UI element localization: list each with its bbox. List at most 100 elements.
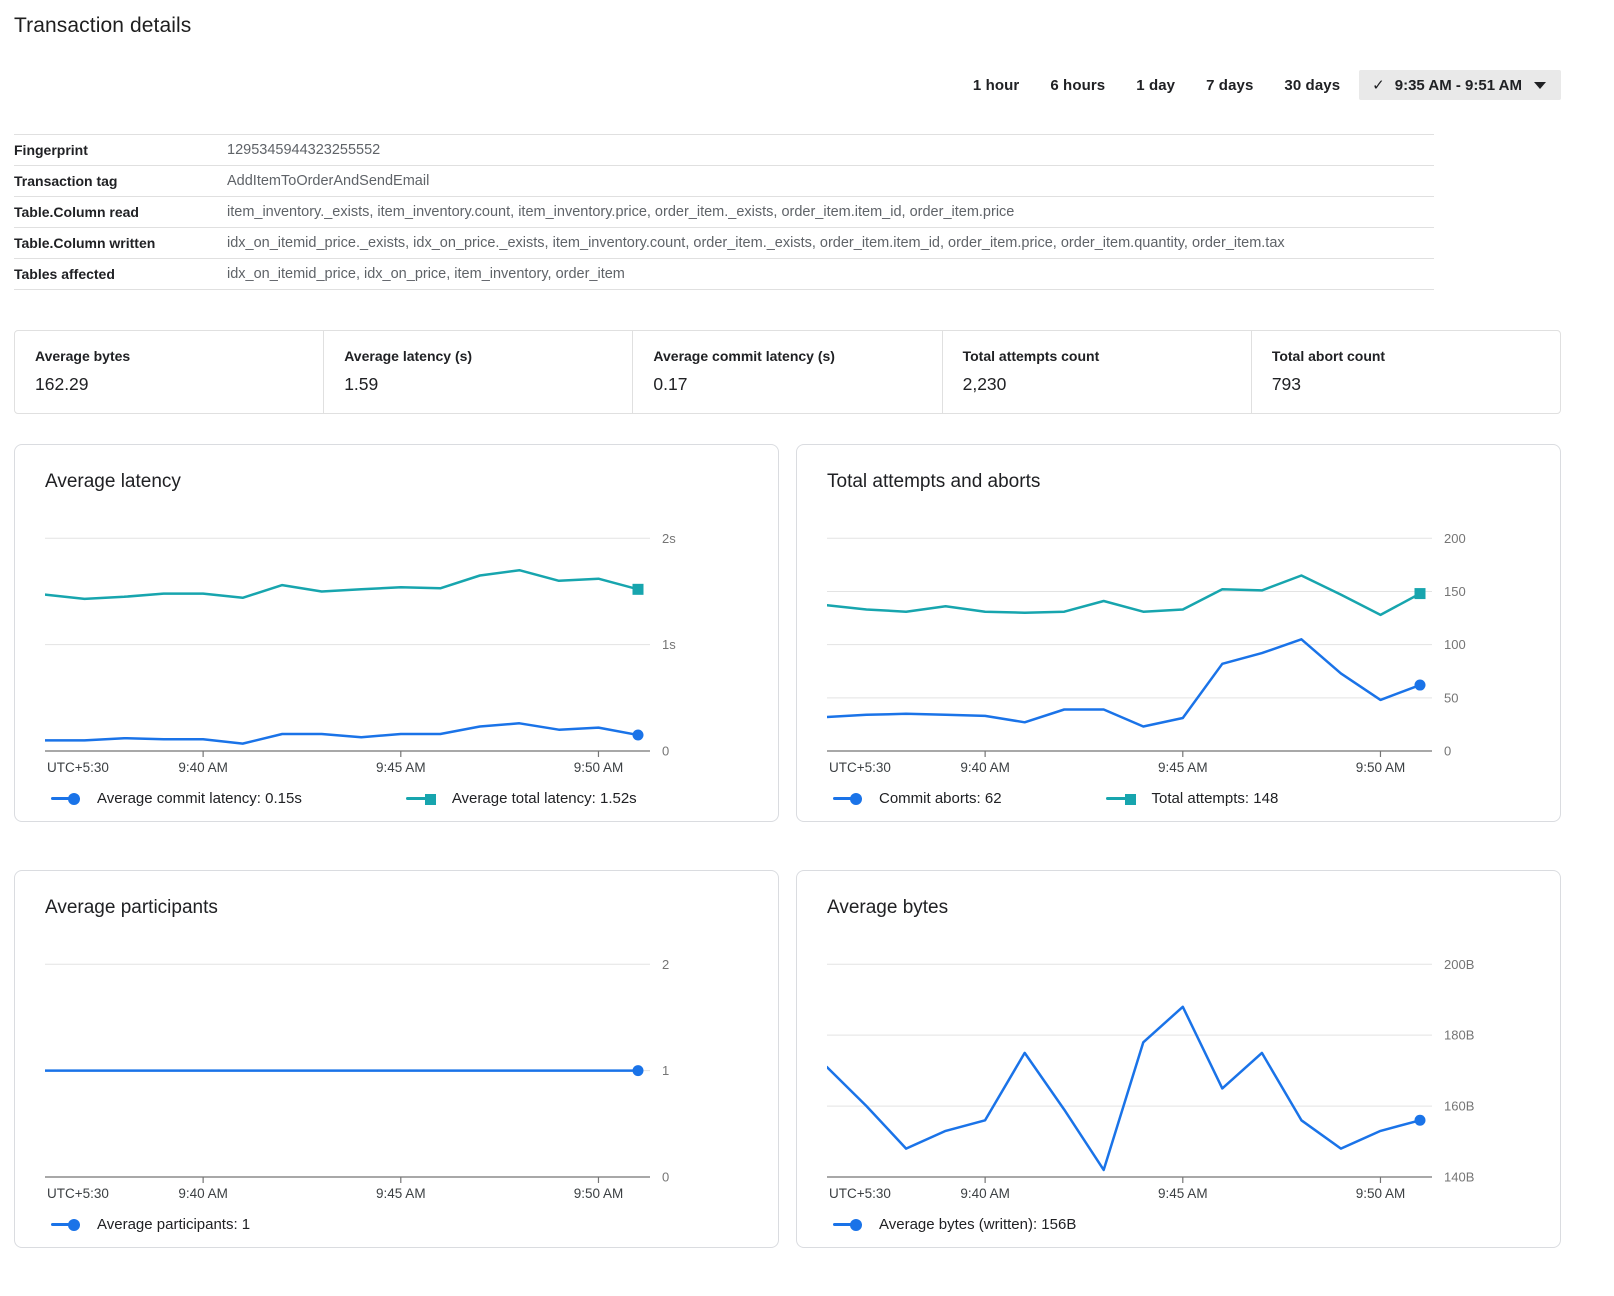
legend-item-average-participants[interactable]: Average participants: 1	[51, 1216, 250, 1233]
stat-value: 793	[1272, 374, 1560, 395]
chart-card-average-participants: Average participants210UTC+5:309:40 AM9:…	[14, 870, 779, 1248]
page-title: Transaction details	[14, 14, 1561, 38]
series-endpoint-marker-average-bytes-written	[1415, 1115, 1426, 1126]
y-axis-tick-label: 0	[662, 1170, 669, 1185]
series-endpoint-marker-average-commit-latency	[633, 730, 644, 741]
legend-label: Average total latency: 1.52s	[452, 790, 637, 807]
x-axis-tick-label: 9:40 AM	[178, 1186, 228, 1201]
time-range-option-1-day[interactable]: 1 day	[1125, 72, 1186, 99]
chart-plot-total-attempts-and-aborts: 200150100500UTC+5:309:40 AM9:45 AM9:50 A…	[827, 517, 1488, 780]
series-line-average-total-latency	[45, 570, 638, 599]
chart-plot-average-participants: 210UTC+5:309:40 AM9:45 AM9:50 AM	[45, 943, 706, 1206]
stat-total-attempts-count: Total attempts count 2,230	[942, 331, 1251, 413]
timezone-label: UTC+5:30	[829, 1186, 891, 1201]
chart-title: Average participants	[45, 897, 750, 919]
y-axis-tick-label: 2	[662, 957, 669, 972]
time-range-bar: 1 hour 6 hours 1 day 7 days 30 days ✓ 9:35 A…	[14, 70, 1561, 100]
time-range-option-6-hours[interactable]: 6 hours	[1039, 72, 1116, 99]
stat-average-bytes: Average bytes 162.29	[15, 331, 323, 413]
time-range-option-30-days[interactable]: 30 days	[1273, 72, 1351, 99]
property-value: idx_on_itemid_price._exists, idx_on_pric…	[227, 235, 1434, 251]
legend-item-commit-aborts[interactable]: Commit aborts: 62	[833, 790, 1002, 807]
y-axis-tick-label: 200	[1444, 531, 1466, 546]
series-endpoint-marker-total-attempts	[1415, 588, 1426, 599]
charts-grid: Average latency 2s 1s 0 UTC+5:30 9:40 AM 9:45 …	[14, 444, 1561, 1248]
property-row-tables-affected: Tables affectedidx_on_itemid_price, idx_…	[14, 259, 1434, 290]
x-axis-tick-label: 9:50 AM	[574, 1186, 624, 1201]
stat-label: Average bytes	[35, 348, 323, 364]
summary-stats-card: Average bytes 162.29 Average latency (s) 1.…	[14, 330, 1561, 414]
x-axis-tick-label: 9:45 AM	[376, 1186, 426, 1201]
chart-legend: Average bytes (written): 156B	[833, 1216, 1532, 1233]
y-axis-tick-label: 0	[662, 744, 669, 759]
transaction-details-page: Transaction details 1 hour 6 hours 1 day 7 …	[14, 14, 1561, 1248]
check-icon: ✓	[1372, 76, 1385, 94]
legend-label: Commit aborts: 62	[879, 790, 1002, 807]
legend-circle-marker-icon	[833, 1218, 865, 1232]
y-axis-tick-label: 100	[1444, 637, 1466, 652]
y-axis-tick-label: 180B	[1444, 1028, 1474, 1043]
x-axis-tick-label: 9:50 AM	[574, 760, 624, 775]
transaction-properties-table: Fingerprint1295345944323255552Transactio…	[14, 134, 1434, 290]
property-value: 1295345944323255552	[227, 142, 1434, 158]
y-axis-tick-label: 0	[1444, 744, 1451, 759]
legend-label: Average participants: 1	[97, 1216, 250, 1233]
time-range-options: 1 hour 6 hours 1 day 7 days 30 days	[962, 72, 1351, 99]
series-endpoint-marker-average-total-latency	[633, 584, 644, 595]
series-line-average-bytes-written	[827, 1007, 1420, 1170]
property-row-table-column-read: Table.Column readitem_inventory._exists,…	[14, 197, 1434, 228]
y-axis-tick-label: 1	[662, 1063, 669, 1078]
legend-circle-marker-icon	[51, 792, 83, 806]
stat-label: Average commit latency (s)	[653, 348, 941, 364]
chart-card-total-attempts-and-aborts: Total attempts and aborts200150100500UTC…	[796, 444, 1561, 822]
stat-average-latency-s: Average latency (s) 1.59	[323, 331, 632, 413]
x-axis-tick-label: 9:45 AM	[1158, 760, 1208, 775]
property-label: Table.Column written	[14, 235, 227, 251]
x-axis-tick-label: 9:40 AM	[178, 760, 228, 775]
stat-value: 1.59	[344, 374, 632, 395]
stat-value: 2,230	[963, 374, 1251, 395]
y-axis-tick-label: 140B	[1444, 1170, 1474, 1185]
legend-label: Average commit latency: 0.15s	[97, 790, 302, 807]
legend-item-total-attempts[interactable]: Total attempts: 148	[1106, 790, 1279, 807]
stat-value: 0.17	[653, 374, 941, 395]
y-axis-tick-label: 50	[1444, 690, 1458, 705]
x-axis-tick-label: 9:45 AM	[376, 760, 426, 775]
legend-square-marker-icon	[1106, 792, 1138, 806]
time-range-selected-dropdown[interactable]: ✓ 9:35 AM - 9:51 AM	[1359, 70, 1561, 100]
stat-average-commit-latency-s: Average commit latency (s) 0.17	[632, 331, 941, 413]
legend-item-average-commit-latency[interactable]: Average commit latency: 0.15s	[51, 790, 302, 807]
x-axis-tick-label: 9:50 AM	[1356, 1186, 1406, 1201]
time-range-option-7-days[interactable]: 7 days	[1195, 72, 1264, 99]
y-axis-tick-label: 1s	[662, 637, 676, 652]
time-range-option-1-hour[interactable]: 1 hour	[962, 72, 1030, 99]
property-value: item_inventory._exists, item_inventory.c…	[227, 204, 1434, 220]
series-endpoint-marker-average-participants	[633, 1065, 644, 1076]
property-row-table-column-written: Table.Column writtenidx_on_itemid_price.…	[14, 228, 1434, 259]
x-axis-tick-label: 9:40 AM	[960, 760, 1010, 775]
series-line-average-commit-latency	[45, 723, 638, 743]
stat-label: Average latency (s)	[344, 348, 632, 364]
property-label: Fingerprint	[14, 142, 227, 158]
legend-item-average-bytes-written[interactable]: Average bytes (written): 156B	[833, 1216, 1076, 1233]
chart-card-average-bytes: Average bytes200B180B160B140BUTC+5:309:4…	[796, 870, 1561, 1248]
legend-label: Total attempts: 148	[1152, 790, 1279, 807]
chart-card-average-latency: Average latency 2s 1s 0 UTC+5:30 9:40 AM 9:45 …	[14, 444, 779, 822]
y-axis-tick-label: 150	[1444, 584, 1466, 599]
property-label: Table.Column read	[14, 204, 227, 220]
property-value: AddItemToOrderAndSendEmail	[227, 173, 1434, 189]
stat-label: Total attempts count	[963, 348, 1251, 364]
property-label: Transaction tag	[14, 173, 227, 189]
stat-value: 162.29	[35, 374, 323, 395]
y-axis-tick-label: 200B	[1444, 957, 1474, 972]
legend-square-marker-icon	[406, 792, 438, 806]
chart-title: Average latency	[45, 471, 750, 493]
stat-total-abort-count: Total abort count793	[1251, 331, 1560, 413]
legend-item-average-total-latency[interactable]: Average total latency: 1.52s	[406, 790, 637, 807]
chart-plot-average-latency: 2s 1s 0 UTC+5:30 9:40 AM 9:45 AM 9:50 AM	[45, 517, 706, 780]
series-line-total-attempts	[827, 576, 1420, 615]
y-axis-tick-label: 2s	[662, 531, 676, 546]
x-axis-tick-label: 9:50 AM	[1356, 760, 1406, 775]
property-row-fingerprint: Fingerprint1295345944323255552	[14, 135, 1434, 166]
timezone-label: UTC+5:30	[47, 760, 109, 775]
